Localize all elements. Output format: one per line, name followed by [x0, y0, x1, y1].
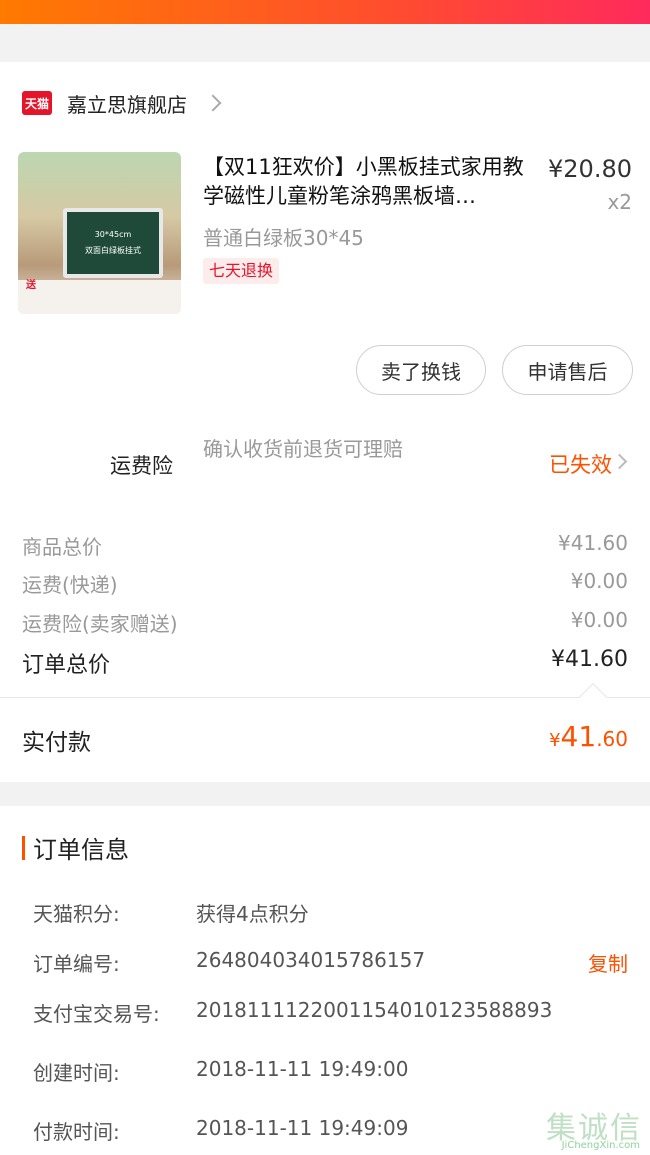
goods-total-row: 商品总价 ¥41.60 [22, 531, 628, 560]
created-time-value: 2018-11-11 19:49:00 [196, 1057, 409, 1081]
product-thumbnail[interactable]: 30*45cm 双面白绿板挂式 送 [18, 152, 181, 314]
order-info-title-text: 订单信息 [33, 836, 129, 864]
copy-order-number-button[interactable]: 复制 [588, 948, 628, 977]
order-total-value: ¥41.60 [551, 647, 628, 672]
points-label: 天猫积分: [33, 902, 120, 926]
section-accent-bar [22, 835, 25, 860]
insurance-fee-value: ¥0.00 [570, 608, 628, 632]
product-quantity: x2 [607, 190, 632, 214]
product-title[interactable]: 【双11狂欢价】小黑板挂式家用教学磁性儿童粉笔涂鸦黑板墙… [203, 153, 535, 211]
thumb-board: 30*45cm 双面白绿板挂式 [63, 208, 163, 278]
top-status-gradient [0, 0, 650, 24]
chevron-right-icon [204, 94, 222, 112]
shipping-insurance-desc: 确认收货前退货可理赔 [203, 437, 403, 461]
product-spec: 普通白绿板30*45 [203, 226, 364, 250]
thumb-gift-tag: 送 [26, 280, 36, 291]
divider [0, 697, 650, 698]
paid-amount-label: 实付款 [22, 730, 91, 756]
paid-amount-integer: 41 [560, 720, 597, 753]
watermark-url: JiChengXin.com [561, 1140, 640, 1151]
thumb-board-text: 双面白绿板挂式 [85, 246, 141, 255]
watermark-logo: 集诚信 JiChengXin.com [524, 1103, 644, 1151]
order-total-row: 订单总价 ¥41.60 [22, 647, 628, 679]
paid-amount-decimal: .60 [596, 727, 628, 751]
shipping-fee-value: ¥0.00 [570, 569, 628, 593]
points-value: 获得4点积分 [196, 902, 309, 926]
thumb-accessory-strip [18, 280, 181, 314]
tmall-logo: 天猫 [22, 91, 52, 115]
goods-total-value: ¥41.60 [558, 531, 628, 555]
insurance-fee-row: 运费险(卖家赠送) ¥0.00 [22, 608, 628, 637]
created-time-label: 创建时间: [33, 1061, 120, 1085]
shipping-fee-label: 运费(快递) [22, 573, 118, 597]
shipping-insurance-status[interactable]: 已失效 [549, 449, 612, 479]
order-total-label: 订单总价 [22, 653, 111, 678]
order-info-title: 订单信息 [22, 830, 129, 865]
shop-name: 嘉立思旗舰店 [67, 92, 187, 117]
shop-header[interactable]: 天猫 嘉立思旗舰店 [22, 88, 222, 118]
shipping-insurance-label: 运费险 [110, 454, 173, 478]
insurance-fee-label: 运费险(卖家赠送) [22, 612, 178, 636]
order-number-label: 订单编号: [33, 952, 120, 976]
goods-total-label: 商品总价 [22, 535, 102, 559]
shipping-fee-row: 运费(快递) ¥0.00 [22, 569, 628, 598]
after-sale-button[interactable]: 申请售后 [502, 345, 633, 395]
paid-time-label: 付款时间: [33, 1120, 120, 1144]
return-policy-badge: 七天退换 [203, 258, 280, 284]
thumb-size-text: 30*45cm [94, 230, 132, 239]
order-number-value: 264804034015786157 [196, 948, 426, 972]
sell-button[interactable]: 卖了换钱 [356, 345, 486, 395]
alipay-trade-label: 支付宝交易号: [33, 1002, 160, 1026]
product-price: ¥20.80 [548, 155, 632, 183]
currency-symbol: ¥ [549, 730, 561, 751]
paid-time-value: 2018-11-11 19:49:09 [196, 1116, 409, 1140]
paid-amount-value: ¥41.60 [549, 720, 628, 753]
alipay-trade-value: 2018111122001154010123588893 [196, 998, 553, 1022]
